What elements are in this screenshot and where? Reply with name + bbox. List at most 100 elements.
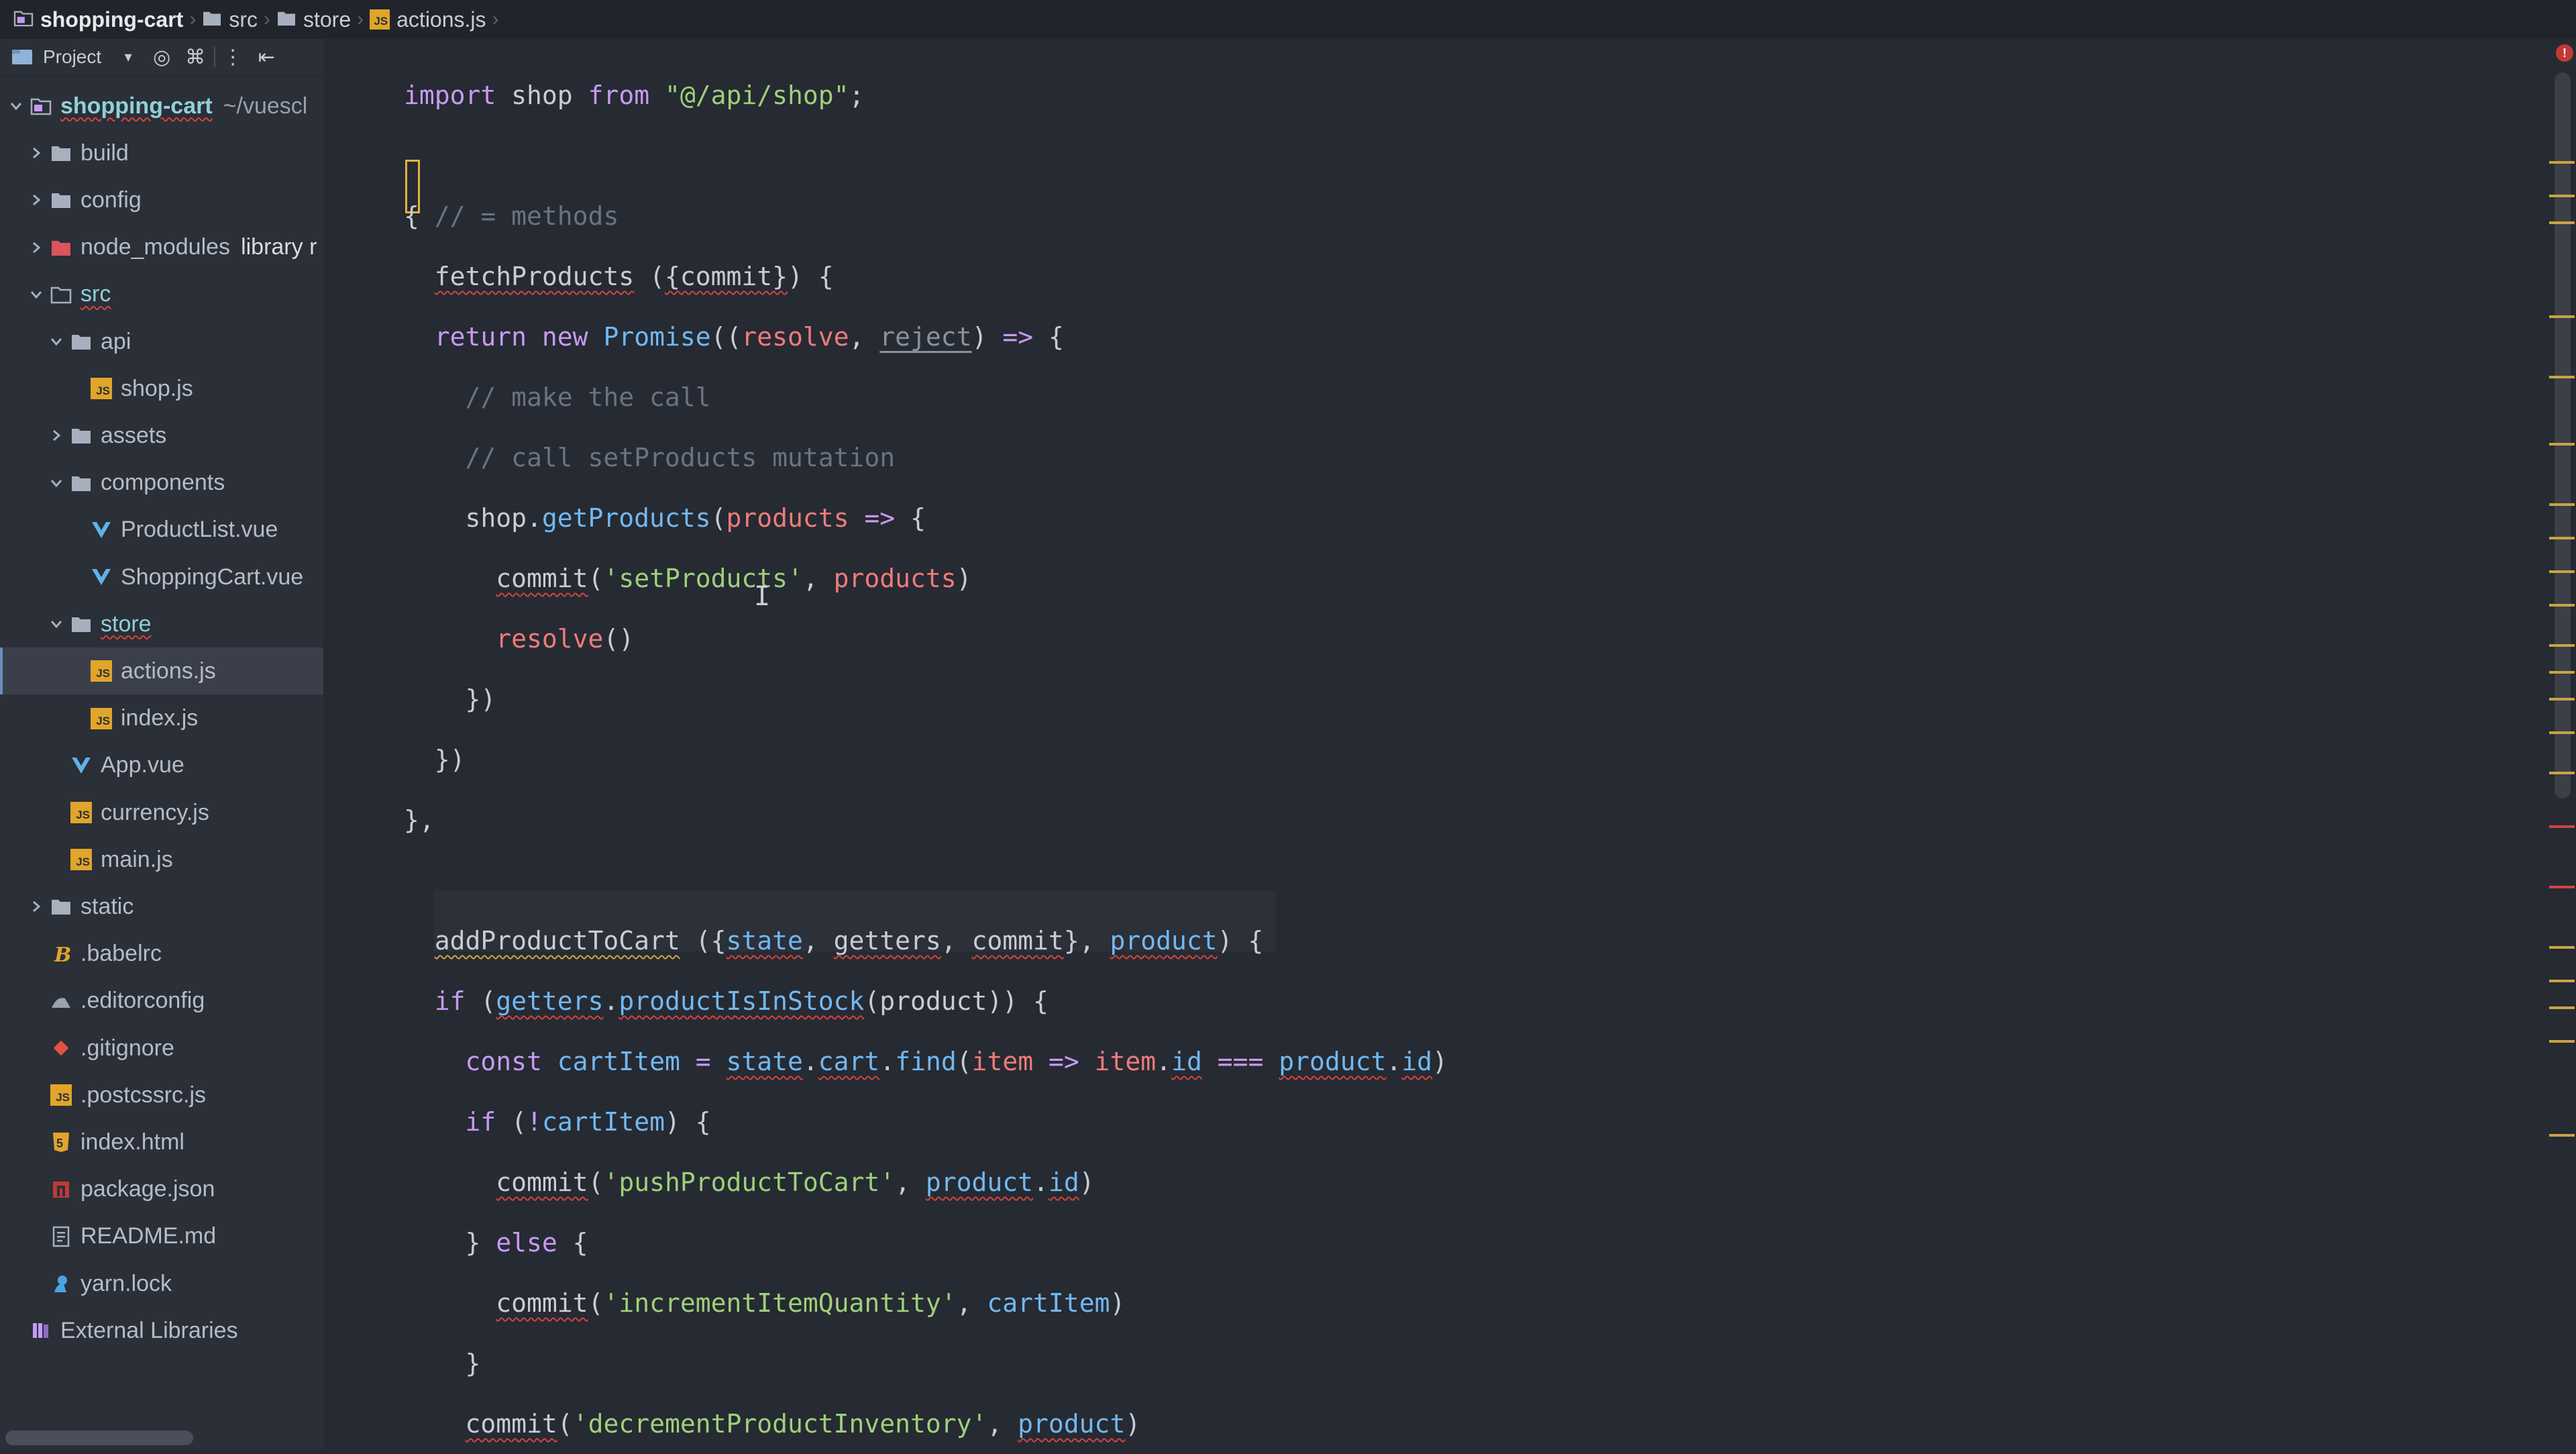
tree-item-assets[interactable]: assets <box>0 412 323 459</box>
chevron-down-icon[interactable] <box>47 615 66 633</box>
code-token: = <box>695 1047 711 1076</box>
js-file-icon: JS <box>90 377 113 400</box>
project-view-label[interactable]: Project <box>43 46 101 68</box>
tree-item-readme-md[interactable]: README.md <box>0 1213 323 1260</box>
code-token: commit <box>496 564 588 593</box>
locate-target-icon[interactable]: ◎ <box>150 45 174 69</box>
tree-item-static[interactable]: static <box>0 883 323 930</box>
warning-marker[interactable] <box>2549 570 2575 573</box>
chevron-right-icon[interactable] <box>47 426 66 445</box>
code-token: ( <box>956 1047 972 1076</box>
tree-item-index-js[interactable]: JS index.js <box>0 695 323 742</box>
error-indicator-icon[interactable]: ! <box>2556 44 2573 62</box>
warning-marker[interactable] <box>2549 537 2575 539</box>
warning-marker[interactable] <box>2549 980 2575 982</box>
chevron-right-icon[interactable] <box>27 191 46 209</box>
warning-marker[interactable] <box>2549 443 2575 446</box>
tree-item-config[interactable]: config <box>0 176 323 223</box>
project-sidebar: Project ▾ ◎ ⌘ ⋮ ⇤ shopping-cart ~/vuescl b… <box>0 39 323 1449</box>
tree-item-main-js[interactable]: JS main.js <box>0 836 323 883</box>
warning-marker[interactable] <box>2549 671 2575 674</box>
more-options-icon[interactable]: ⋮ <box>221 45 245 69</box>
warning-marker[interactable] <box>2549 503 2575 506</box>
error-marker[interactable] <box>2549 825 2575 828</box>
tree-item-postcssrc-js[interactable]: JS .postcssrc.js <box>0 1072 323 1119</box>
code-token: , <box>802 926 834 955</box>
tree-item-label: yarn.lock <box>80 1270 172 1296</box>
warning-marker[interactable] <box>2549 195 2575 197</box>
error-marker[interactable] <box>2549 886 2575 888</box>
warning-marker[interactable] <box>2549 315 2575 318</box>
chevron-down-icon[interactable] <box>47 332 66 351</box>
breadcrumb-store[interactable]: store <box>276 0 351 39</box>
vertical-scrollbar-thumb[interactable] <box>2555 72 2571 798</box>
code-token: ) <box>1432 1047 1448 1076</box>
tree-item-gitignore[interactable]: .gitignore <box>0 1025 323 1072</box>
breadcrumb-src[interactable]: src <box>202 0 258 39</box>
js-file-icon: JS <box>50 1084 72 1106</box>
warning-marker[interactable] <box>2549 946 2575 949</box>
svg-text:B: B <box>54 943 70 965</box>
tree-item-package-json[interactable]: package.json <box>0 1166 323 1213</box>
code-token: ) <box>787 262 803 291</box>
warning-marker[interactable] <box>2549 604 2575 607</box>
tree-item-currency-js[interactable]: JS currency.js <box>0 789 323 836</box>
code-token: ( <box>557 1409 573 1439</box>
chevron-down-icon[interactable] <box>7 97 25 115</box>
chevron-right-icon[interactable] <box>27 897 46 916</box>
tree-item-editorconfig[interactable]: .editorconfig <box>0 978 323 1025</box>
warning-marker[interactable] <box>2549 731 2575 734</box>
warning-marker[interactable] <box>2549 1006 2575 1009</box>
tree-item-external-libraries[interactable]: External Libraries <box>0 1307 323 1354</box>
chevron-down-icon[interactable] <box>47 474 66 492</box>
tree-item-components[interactable]: components <box>0 460 323 507</box>
hide-panel-icon[interactable]: ⇤ <box>254 45 278 69</box>
editorconfig-file-icon <box>50 990 72 1012</box>
tree-item-store[interactable]: store <box>0 601 323 647</box>
warning-marker[interactable] <box>2549 772 2575 774</box>
code-line: commit('pushProductToCart', product.id) <box>404 1152 1094 1212</box>
chevron-down-icon[interactable] <box>27 285 46 304</box>
tree-item-babelrc[interactable]: B .babelrc <box>0 931 323 978</box>
code-token: , <box>956 1288 987 1318</box>
warning-marker[interactable] <box>2549 698 2575 700</box>
tree-item-build[interactable]: build <box>0 129 323 176</box>
code-token: } <box>404 1228 496 1257</box>
chevron-right-icon[interactable] <box>27 238 46 257</box>
warning-marker[interactable] <box>2549 1134 2575 1137</box>
tree-item-actions-js[interactable]: JS actions.js <box>0 647 323 695</box>
code-line: commit('decrementProductInventory', prod… <box>404 1394 1141 1454</box>
warning-marker[interactable] <box>2549 644 2575 647</box>
code-editor[interactable]: import shop from "@/api/shop"; { // = met… <box>323 39 2576 1449</box>
code-token: getProducts <box>541 503 711 533</box>
tree-item-productlist-vue[interactable]: ProductList.vue <box>0 507 323 554</box>
tree-item-shop-js[interactable]: JS shop.js <box>0 365 323 412</box>
tree-item-shoppingcart-vue[interactable]: ShoppingCart.vue <box>0 554 323 601</box>
warning-marker[interactable] <box>2549 161 2575 164</box>
tree-item-node-modules[interactable]: node_modules library r <box>0 224 323 271</box>
tree-item-shopping-cart[interactable]: shopping-cart ~/vuescl <box>0 83 323 129</box>
warning-marker[interactable] <box>2549 221 2575 224</box>
tree-item-label: config <box>80 187 142 213</box>
tree-item-src[interactable]: src <box>0 271 323 318</box>
git-file-icon <box>50 1037 72 1059</box>
tree-item-app-vue[interactable]: App.vue <box>0 742 323 789</box>
collapse-all-icon[interactable]: ⌘ <box>183 45 207 69</box>
code-token: item <box>971 1047 1034 1076</box>
warning-marker[interactable] <box>2549 1040 2575 1043</box>
breadcrumb-actions-js[interactable]: JS actions.js <box>370 0 486 39</box>
horizontal-scrollbar[interactable] <box>5 1431 193 1445</box>
tree-item-label: index.js <box>121 705 199 731</box>
tree-item-index-html[interactable]: 5 index.html <box>0 1119 323 1165</box>
breadcrumb-shopping-cart[interactable]: shopping-cart <box>13 0 183 39</box>
tree-item-label: assets <box>101 422 167 448</box>
tree-item-yarn-lock[interactable]: yarn.lock <box>0 1260 323 1307</box>
warning-marker[interactable] <box>2549 376 2575 378</box>
chevron-down-icon[interactable]: ▾ <box>116 45 140 69</box>
tree-item-api[interactable]: api <box>0 318 323 365</box>
chevron-right-icon[interactable] <box>27 144 46 162</box>
project-view-icon[interactable] <box>11 47 35 67</box>
